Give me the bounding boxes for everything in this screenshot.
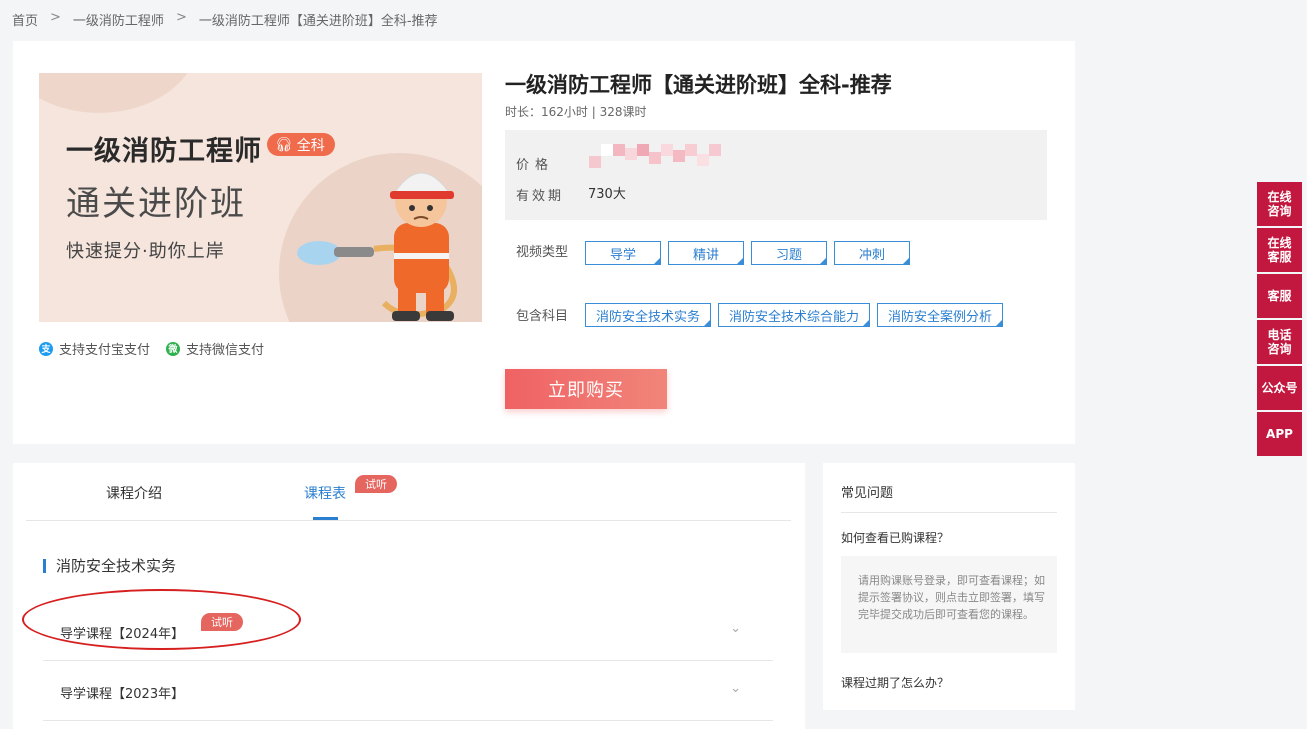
side-phone-consult[interactable]: 电话 咨询 [1257,320,1302,364]
breadcrumb-home[interactable]: 首页 [12,10,38,29]
trial-badge: 试听 [355,475,397,493]
validity-label: 有效期 [516,189,565,204]
video-type-label: 视频类型 [516,245,569,260]
video-type-xiti[interactable]: 习题 [751,241,827,265]
side-nav: 在线 咨询 在线 客服 客服 电话 咨询 公众号 APP [1257,182,1302,458]
headphone-icon: 🎧︎ [275,136,293,153]
course-duration: 时长：162小时 | 328课时 [505,105,647,119]
content-tabs: 课程介绍 课程表 试听 [26,463,791,521]
tab-course-intro[interactable]: 课程介绍 [106,483,162,503]
faq-question[interactable]: 如何查看已购课程？ [841,529,949,546]
side-app[interactable]: APP [1257,412,1302,456]
banner-tag-label: 全科 [296,137,325,154]
price-label: 价格 [516,158,555,173]
subject-options: 消防安全技术实务 消防安全技术综合能力 消防安全案例分析 [585,303,1004,327]
course-banner: 一级消防工程师 🎧︎ 全科 通关进阶班 快速提分·助你上岸 [39,73,482,322]
video-type-daoxue[interactable]: 导学 [585,241,661,265]
banner-subtitle: 通关进阶班 [66,184,246,224]
side-online-service[interactable]: 在线 客服 [1257,228,1302,272]
subjects-label: 包含科目 [516,309,569,324]
price-value-blurred [589,144,732,168]
subject-anli[interactable]: 消防安全案例分析 [877,303,1004,327]
alipay-icon: 支 [39,341,53,356]
alipay-label: 支持支付宝支付 [59,343,151,358]
breadcrumb-separator: > [175,10,187,25]
lesson-item[interactable]: 导学课程【2024年】 试听 ⌄ [43,601,773,661]
subject-shiwu[interactable]: 消防安全技术实务 [585,303,712,327]
chevron-down-icon[interactable]: ⌄ [730,621,741,636]
video-type-jingjiang[interactable]: 精讲 [668,241,744,265]
section-heading: 消防安全技术实务 [43,555,176,576]
faq-answer: 请用购课账号登录，即可查看课程；如提示签署协议，则点击立即签署，填写完毕提交成功… [841,556,1057,653]
lesson-trial-badge: 试听 [201,613,243,631]
alipay-support: 支 支持支付宝支付 [39,339,150,358]
breadcrumb-separator: > [50,10,61,25]
price-box: 价格 有效期 730大 [505,130,1047,220]
side-official-account[interactable]: 公众号 [1257,366,1302,410]
buy-now-button[interactable]: 立即购买 [505,369,667,409]
payment-methods: 支 支持支付宝支付 微 支持微信支付 [39,339,264,358]
faq-panel: 常见问题 如何查看已购课程？ 请用购课账号登录，即可查看课程；如提示签署协议，则… [823,463,1075,710]
breadcrumb-level1[interactable]: 一级消防工程师 [73,10,164,29]
banner-title: 一级消防工程师 [66,136,262,167]
active-tab-indicator [313,517,338,520]
video-type-chongci[interactable]: 冲刺 [834,241,910,265]
side-customer-service[interactable]: 客服 [1257,274,1302,318]
video-type-options: 导学 精讲 习题 冲刺 [585,241,910,265]
course-header-card: 一级消防工程师 🎧︎ 全科 通关进阶班 快速提分·助你上岸 支 支持支付宝支付 … [13,41,1075,444]
side-online-consult[interactable]: 在线 咨询 [1257,182,1302,226]
course-title: 一级消防工程师【通关进阶班】全科-推荐 [505,73,892,97]
breadcrumb: 首页 > 一级消防工程师 > 一级消防工程师【通关进阶班】全科-推荐 [12,10,438,29]
lesson-item[interactable]: 导学课程【2023年】 ⌄ [43,661,773,721]
subject-zonghe[interactable]: 消防安全技术综合能力 [718,303,871,327]
firefighter-illustration [297,172,457,321]
wechat-label: 支持微信支付 [186,343,265,358]
tab-course-schedule[interactable]: 课程表 [304,483,346,503]
wechat-icon: 微 [166,341,181,356]
banner-decor-circle [39,73,199,113]
section-marker [43,558,46,573]
breadcrumb-current: 一级消防工程师【通关进阶班】全科-推荐 [198,14,438,29]
course-content-card: 课程介绍 课程表 试听 消防安全技术实务 导学课程【2024年】 试听 ⌄ 导学… [13,463,805,729]
faq-title: 常见问题 [841,486,894,501]
faq-question[interactable]: 课程过期了怎么办？ [841,674,949,691]
faq-divider [841,512,1057,513]
validity-value: 730大 [588,187,626,202]
chevron-down-icon[interactable]: ⌄ [730,681,741,696]
lesson-name: 导学课程【2024年】 [60,627,185,642]
lesson-name: 导学课程【2023年】 [60,687,185,702]
banner-slogan: 快速提分·助你上岸 [66,241,225,262]
wechat-pay-support: 微 支持微信支付 [166,339,264,358]
section-title: 消防安全技术实务 [56,557,177,575]
